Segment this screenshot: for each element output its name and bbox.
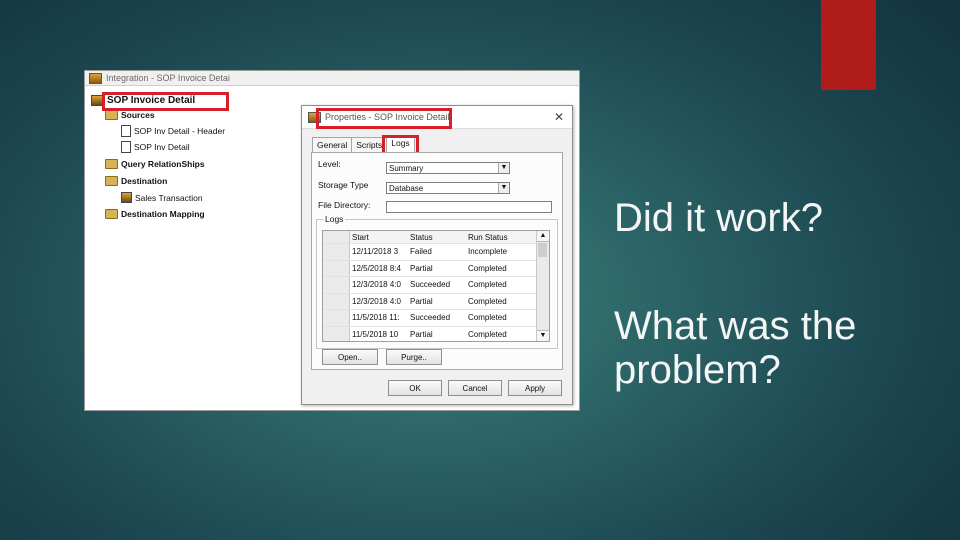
relationship-icon [105, 159, 118, 169]
ok-button[interactable]: OK [388, 380, 442, 396]
tree-item-source-header[interactable]: SOP Inv Detail - Header [121, 125, 225, 137]
properties-dialog: Properties - SOP Invoice Detail ✕ Genera… [301, 105, 573, 405]
table-row[interactable]: 11/5/2018 10 Partial Completed [323, 326, 549, 341]
table-row[interactable]: 12/3/2018 4:0 Succeeded Completed [323, 277, 549, 294]
table-row[interactable]: 11/5/2018 11: Succeeded Completed [323, 310, 549, 327]
question-what-was-problem: What was the problem? [614, 304, 857, 392]
app-window-title: Integration - SOP Invoice Detai [106, 73, 230, 83]
file-directory-label: File Directory: [318, 200, 371, 210]
level-label: Level: [318, 159, 341, 169]
close-icon[interactable]: ✕ [554, 110, 564, 124]
highlight-dialog-title [316, 108, 452, 129]
app-titlebar: Integration - SOP Invoice Detai [85, 71, 579, 86]
logs-group: Logs Start Status Run Status 12/11/2018 … [316, 214, 558, 349]
accent-bar [821, 0, 876, 90]
cancel-button[interactable]: Cancel [448, 380, 502, 396]
chevron-down-icon: ▼ [498, 163, 509, 173]
tree-item-source-detail[interactable]: SOP Inv Detail [121, 141, 190, 153]
integration-app-icon [89, 72, 102, 84]
table-row[interactable]: 12/5/2018 8:4 Partial Completed [323, 260, 549, 277]
logs-grid[interactable]: Start Status Run Status 12/11/2018 3 Fail… [322, 230, 550, 342]
app-screenshot: Integration - SOP Invoice Detai SOP Invo… [84, 70, 580, 411]
scroll-thumb[interactable] [538, 243, 547, 257]
table-row[interactable]: 12/3/2018 4:0 Partial Completed [323, 293, 549, 310]
tree-item-destination[interactable]: Destination [105, 176, 167, 186]
storage-type-select[interactable]: Database ▼ [386, 182, 510, 194]
level-select[interactable]: Summary ▼ [386, 162, 510, 174]
file-directory-input[interactable] [386, 201, 552, 213]
table-row[interactable]: 12/11/2018 3 Failed Incomplete [323, 244, 549, 261]
tree-item-sales-transaction[interactable]: Sales Transaction [121, 192, 203, 203]
apply-button[interactable]: Apply [508, 380, 562, 396]
document-icon [121, 125, 131, 137]
transaction-icon [121, 192, 132, 203]
open-button[interactable]: Open.. [322, 349, 378, 365]
grid-scrollbar[interactable]: ▲ ▼ [536, 231, 549, 341]
tree-item-sources[interactable]: Sources [105, 110, 155, 120]
scroll-down-icon[interactable]: ▼ [537, 330, 549, 341]
highlight-root [102, 92, 229, 111]
folder-icon [105, 110, 118, 120]
mapping-icon [105, 209, 118, 219]
logs-caption: Logs [323, 214, 346, 224]
column-status[interactable]: Status [408, 233, 466, 242]
folder-icon [105, 176, 118, 186]
chevron-down-icon: ▼ [498, 183, 509, 193]
logs-tab-panel: Level: Summary ▼ Storage Type Database ▼… [311, 152, 563, 370]
storage-type-label: Storage Type [318, 180, 369, 190]
purge-button[interactable]: Purge.. [386, 349, 442, 365]
column-run-status[interactable]: Run Status [466, 233, 528, 242]
tree-item-destination-mapping[interactable]: Destination Mapping [105, 209, 205, 219]
grid-header-row: Start Status Run Status [323, 231, 549, 244]
tree-item-query-relationships[interactable]: Query RelationShips [105, 159, 205, 169]
column-start[interactable]: Start [350, 233, 408, 242]
document-icon [121, 141, 131, 153]
scroll-up-icon[interactable]: ▲ [537, 231, 549, 242]
question-did-it-work: Did it work? [614, 196, 823, 240]
